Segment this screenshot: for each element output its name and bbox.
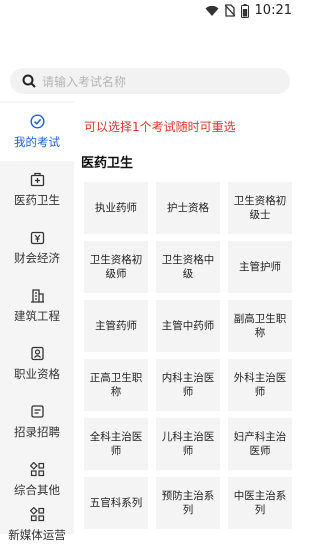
exam-card[interactable]: 内科主治医师 — [156, 359, 220, 411]
wifi-icon — [205, 5, 219, 16]
sidebar-item-other[interactable]: 综合其他 — [0, 451, 74, 509]
sidebar-item-label: 建筑工程 — [14, 309, 60, 323]
grid-plus-icon — [29, 462, 44, 477]
status-bar: 10:21 — [0, 0, 300, 24]
exam-card[interactable]: 主管中药师 — [156, 300, 220, 352]
exam-card[interactable]: 卫生资格中级 — [156, 241, 220, 293]
clock-time: 10:21 — [254, 3, 292, 18]
person-badge-icon — [30, 346, 44, 361]
exam-card[interactable]: 副高卫生职称 — [228, 300, 292, 352]
battery-icon — [240, 3, 249, 18]
sidebar-item-label: 综合其他 — [14, 483, 60, 497]
search-icon — [22, 74, 36, 88]
sidebar-item-recruitment[interactable]: 招录招聘 — [0, 393, 74, 451]
exam-card[interactable]: 主管药师 — [84, 300, 148, 352]
sidebar-item-label: 医药卫生 — [14, 193, 60, 207]
sidebar-item-my-exams[interactable]: 我的考试 — [0, 103, 74, 161]
section-title: 医药卫生 — [81, 156, 134, 171]
sidebar-item-new-media[interactable]: 新媒体运营 — [0, 507, 74, 547]
building-icon — [30, 289, 44, 303]
exam-card[interactable]: 全科主治医师 — [84, 418, 148, 470]
exam-card[interactable]: 儿科主治医师 — [156, 418, 220, 470]
selection-notice: 可以选择1个考试随时可重选 — [84, 120, 236, 134]
sidebar-item-medical[interactable]: 医药卫生 — [0, 161, 74, 219]
search-placeholder: 请输入考试名称 — [42, 74, 127, 89]
exam-card[interactable]: 妇产科主治医师 — [228, 418, 292, 470]
exam-card[interactable]: 执业药师 — [84, 182, 148, 234]
sidebar-item-label: 招录招聘 — [14, 425, 60, 439]
sidebar-item-construction[interactable]: 建筑工程 — [0, 277, 74, 335]
exam-card[interactable]: 五官科系列 — [84, 477, 148, 529]
exam-card[interactable]: 预防主治系列 — [156, 477, 220, 529]
sidebar-item-label: 职业资格 — [14, 367, 60, 381]
exam-card[interactable]: 外科主治医师 — [228, 359, 292, 411]
yen-icon — [30, 231, 44, 245]
exam-card[interactable]: 卫生资格初级师 — [84, 241, 148, 293]
exam-card[interactable]: 护士资格 — [156, 182, 220, 234]
exam-card[interactable]: 中医主治系列 — [228, 477, 292, 529]
no-sim-icon — [224, 4, 235, 17]
exam-card[interactable]: 主管护师 — [228, 241, 292, 293]
sidebar-item-finance[interactable]: 财会经济 — [0, 219, 74, 277]
sidebar-item-label: 新媒体运营 — [8, 528, 66, 542]
check-circle-icon — [29, 114, 45, 129]
medical-kit-icon — [30, 172, 44, 187]
sidebar-item-label: 财会经济 — [14, 251, 60, 265]
exam-card[interactable]: 卫生资格初级士 — [228, 182, 292, 234]
tag-icon — [30, 405, 44, 418]
search-input[interactable]: 请输入考试名称 — [10, 68, 290, 94]
grid-plus-icon — [29, 507, 44, 522]
exam-card[interactable]: 正高卫生职称 — [84, 359, 148, 411]
sidebar-item-qualification[interactable]: 职业资格 — [0, 335, 74, 393]
category-sidebar: 我的考试 医药卫生 财会经济 建筑工程 职业资格 招录招聘 综合其他 新媒体运营 — [0, 101, 74, 542]
sidebar-item-label: 我的考试 — [14, 135, 60, 149]
